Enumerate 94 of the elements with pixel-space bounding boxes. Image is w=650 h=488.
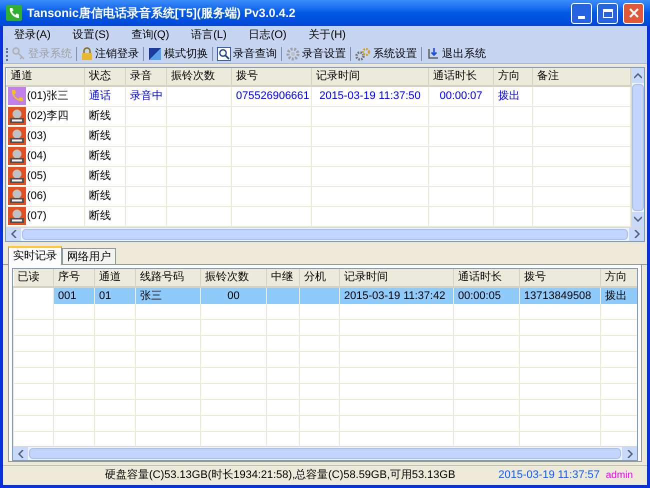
menu-item[interactable]: 登录(A) bbox=[14, 27, 51, 44]
table-cell: 13713849508 bbox=[524, 290, 592, 302]
menu-item[interactable]: 日志(O) bbox=[248, 27, 287, 44]
channel-name: (07) bbox=[27, 208, 47, 224]
column-header[interactable]: 线路号码 bbox=[136, 268, 200, 286]
column-header[interactable]: 通道 bbox=[6, 68, 84, 86]
column-header[interactable]: 录音 bbox=[126, 68, 166, 86]
menu-item[interactable]: 设置(S) bbox=[72, 27, 110, 44]
table-cell: 断线 bbox=[84, 186, 126, 206]
channel-name: (05) bbox=[27, 168, 47, 184]
column-header[interactable]: 振铃次数 bbox=[200, 268, 266, 286]
table-cell: 00:00:05 bbox=[458, 290, 501, 302]
close-button[interactable] bbox=[623, 2, 644, 24]
table-cell: 拨出 bbox=[605, 290, 627, 302]
column-header[interactable]: 拨号 bbox=[520, 268, 600, 286]
horizontal-scrollbar[interactable] bbox=[6, 226, 644, 240]
table-cell: 张三 bbox=[140, 290, 162, 302]
toolbar-button[interactable]: 注销登录 bbox=[81, 46, 139, 62]
app-phone-icon bbox=[6, 5, 22, 21]
minimize-button[interactable] bbox=[571, 2, 592, 24]
menu-item[interactable]: 语言(L) bbox=[191, 27, 227, 44]
disk-status: 硬盘容量(C)53.13GB(时长1934:21:58),总容量(C)58.59GB,可用53.13GB bbox=[105, 468, 456, 484]
column-header[interactable]: 记录时间 bbox=[340, 268, 454, 286]
column-header[interactable]: 振铃次数 bbox=[166, 68, 232, 86]
table-cell: 拨出 bbox=[494, 86, 532, 106]
disconnected-phone-icon bbox=[8, 187, 26, 205]
toolbar-button[interactable]: 系统设置 bbox=[355, 46, 417, 62]
table-cell: 01 bbox=[99, 290, 112, 302]
table-cell: 断线 bbox=[84, 126, 126, 146]
column-header[interactable]: 已读 bbox=[14, 268, 54, 286]
disconnected-phone-icon bbox=[8, 167, 26, 185]
channel-name: (03) bbox=[27, 128, 47, 144]
scroll-left-icon bbox=[10, 230, 16, 238]
scroll-right-icon bbox=[634, 230, 640, 238]
scroll-up-icon bbox=[634, 72, 642, 78]
column-header[interactable]: 通道 bbox=[94, 268, 136, 286]
table-cell: 2015-03-19 11:37:50 bbox=[312, 86, 428, 106]
record-row[interactable]: 001 01 张三 00 2015-03-19 11:37:42 00:00:05 13713849508 拨出 bbox=[14, 286, 637, 304]
column-header[interactable]: 备注 bbox=[532, 68, 630, 86]
channel-name: (06) bbox=[27, 188, 47, 204]
table-cell: 录音中 bbox=[126, 86, 166, 106]
disconnected-phone-icon bbox=[8, 147, 26, 165]
scroll-right-icon bbox=[626, 450, 632, 458]
table-cell: 001 bbox=[58, 290, 76, 302]
table-cell: 00 bbox=[227, 290, 240, 302]
vertical-scrollbar[interactable] bbox=[631, 68, 644, 226]
table-cell: 00:00:07 bbox=[428, 86, 494, 106]
column-header[interactable]: 通话时长 bbox=[428, 68, 494, 86]
table-cell: 断线 bbox=[84, 206, 126, 226]
status-user: admin bbox=[606, 469, 633, 483]
toolbar-button[interactable]: 模式切换 bbox=[148, 46, 208, 62]
menu-item[interactable]: 查询(Q) bbox=[131, 27, 170, 44]
channel-name: (02)李四 bbox=[27, 108, 69, 124]
table-cell: 断线 bbox=[84, 106, 126, 126]
phone-icon bbox=[8, 87, 26, 106]
key-icon bbox=[12, 47, 26, 61]
table-cell: 断线 bbox=[84, 146, 126, 166]
column-header[interactable]: 方向 bbox=[494, 68, 532, 86]
gears-icon bbox=[355, 47, 371, 61]
table-cell: 2015-03-19 11:37:42 bbox=[344, 290, 446, 302]
maximize-button[interactable] bbox=[597, 2, 618, 24]
window-title: Tansonic唐信电话录音系统[T5](服务端) Pv3.0.4.2 bbox=[27, 5, 296, 22]
channel-name: (04) bbox=[27, 148, 47, 164]
status-datetime: 2015-03-19 11:37:57 bbox=[498, 468, 600, 484]
channel-name: (01)张三 bbox=[27, 89, 69, 104]
tab[interactable]: 网络用户 bbox=[62, 248, 116, 264]
disconnected-phone-icon bbox=[8, 207, 26, 225]
table-cell: 通话 bbox=[84, 86, 126, 106]
disconnected-phone-icon bbox=[8, 127, 26, 145]
toolbar-button[interactable]: 退出系统 bbox=[426, 46, 486, 62]
disconnected-phone-icon bbox=[8, 107, 26, 125]
mode-icon bbox=[148, 47, 162, 61]
tab[interactable]: 实时记录 bbox=[8, 246, 62, 264]
exit-icon bbox=[426, 47, 440, 61]
lock-icon bbox=[81, 47, 93, 61]
scroll-left-icon bbox=[18, 450, 24, 458]
column-header[interactable]: 状态 bbox=[84, 68, 126, 86]
menu-item[interactable]: 关于(H) bbox=[308, 27, 346, 44]
scroll-down-icon bbox=[634, 216, 642, 222]
gear-icon bbox=[286, 47, 300, 61]
column-header[interactable]: 中继 bbox=[266, 268, 300, 286]
column-header[interactable]: 方向 bbox=[600, 268, 637, 286]
column-header[interactable]: 分机 bbox=[300, 268, 340, 286]
toolbar-button[interactable]: 录音查询 bbox=[217, 46, 277, 62]
table-cell: 075526906661 bbox=[232, 86, 312, 106]
column-header[interactable]: 通话时长 bbox=[454, 268, 520, 286]
search-icon bbox=[217, 47, 231, 61]
column-header[interactable]: 记录时间 bbox=[312, 68, 428, 86]
horizontal-scrollbar[interactable] bbox=[13, 446, 637, 460]
close-icon bbox=[628, 8, 638, 18]
table-cell: 断线 bbox=[84, 166, 126, 186]
column-header[interactable]: 序号 bbox=[54, 268, 94, 286]
toolbar-button[interactable]: 录音设置 bbox=[286, 46, 346, 62]
column-header[interactable]: 拨号 bbox=[232, 68, 312, 86]
